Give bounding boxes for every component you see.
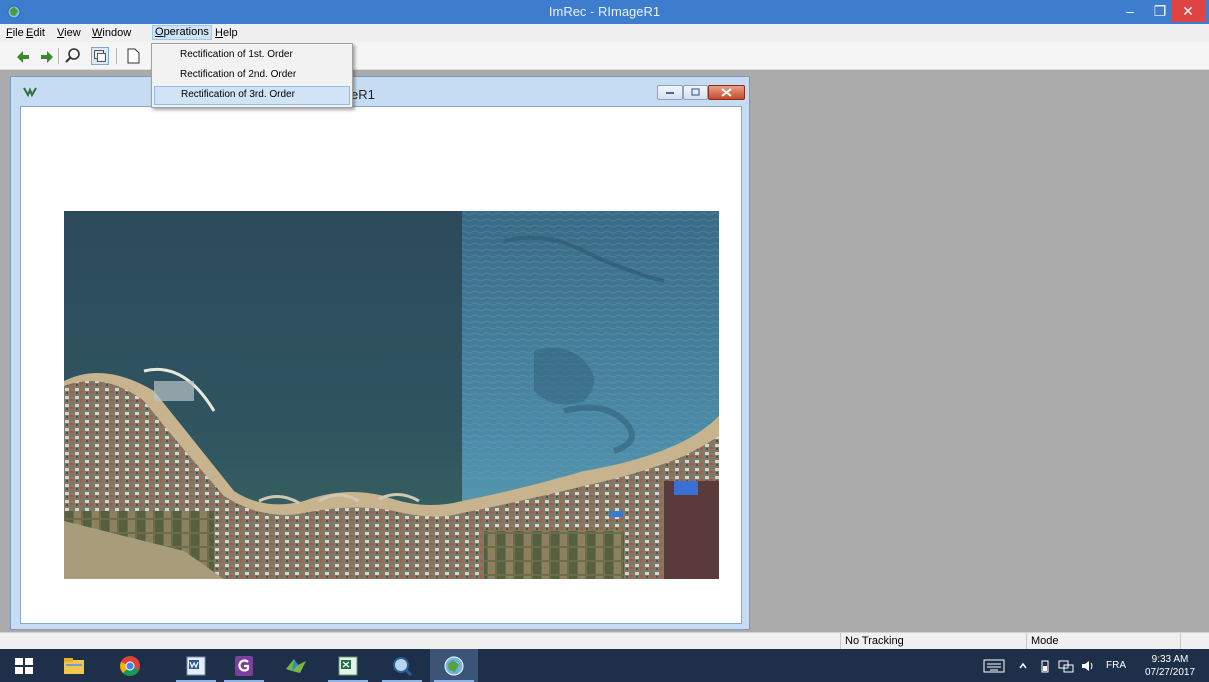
file-explorer-icon: [64, 658, 84, 674]
close-button[interactable]: ✕: [1171, 0, 1205, 22]
window-tile-icon[interactable]: [91, 47, 109, 65]
menu-bar: File Edit View Window Operations Help: [0, 24, 1209, 42]
menu-view-label: iew: [64, 27, 81, 39]
start-button[interactable]: [0, 649, 48, 682]
taskbar-gis[interactable]: [272, 649, 320, 682]
menu-window-label: indow: [102, 27, 132, 39]
taskbar: FRA 9:33 AM 07/27/2017: [0, 649, 1209, 682]
minimize-icon: [666, 92, 674, 94]
menu-window-mnemonic: W: [92, 27, 103, 39]
image-child-window[interactable]: eR1: [10, 76, 750, 630]
excel-icon: [338, 656, 358, 676]
battery-icon[interactable]: [1040, 659, 1050, 673]
keyboard-icon[interactable]: [983, 659, 1005, 673]
minimize-button[interactable]: –: [1115, 0, 1145, 22]
menu-item-rectification-1st-order[interactable]: Rectification of 1st. Order: [154, 46, 350, 65]
pdf-creator-icon: [235, 656, 253, 676]
menu-item-rectification-2nd-order[interactable]: Rectification of 2nd. Order: [154, 66, 350, 85]
clock-time: 9:33 AM: [1151, 654, 1189, 665]
restore-icon: [691, 88, 700, 96]
child-close-button[interactable]: [708, 85, 745, 100]
status-mode: Mode: [1026, 633, 1180, 649]
chevron-up-icon[interactable]: [1018, 661, 1028, 671]
taskbar-pdf[interactable]: [220, 649, 268, 682]
menu-file-label: ile: [12, 27, 24, 39]
menu-operations-label: perations: [163, 26, 209, 38]
search-app-icon: [393, 657, 413, 677]
menu-help[interactable]: Help: [213, 26, 240, 41]
operations-dropdown-menu: Rectification of 1st. Order Rectificatio…: [151, 43, 353, 108]
search-zoom-icon[interactable]: [64, 47, 82, 65]
satellite-image[interactable]: [64, 211, 719, 579]
taskbar-word[interactable]: [172, 649, 220, 682]
clock[interactable]: 9:33 AM 07/27/2017: [1138, 653, 1202, 679]
title-bar: ImRec - RImageR1 – ❐ ✕: [0, 0, 1209, 24]
volume-icon[interactable]: [1080, 659, 1096, 673]
toolbar-separator: [116, 48, 117, 64]
new-document-icon[interactable]: [124, 47, 142, 65]
child-title-bar[interactable]: eR1: [11, 77, 749, 105]
toolbar-separator: [58, 48, 59, 64]
close-icon: [721, 88, 732, 97]
imrec-icon: [444, 656, 464, 676]
clock-date: 07/27/2017: [1144, 667, 1196, 678]
child-window-icon: [23, 87, 37, 98]
menu-help-mnemonic: H: [215, 27, 223, 39]
menu-file[interactable]: File: [4, 26, 26, 41]
image-canvas[interactable]: [20, 106, 742, 624]
status-extra-cell: [1180, 633, 1209, 649]
window-title: ImRec - RImageR1: [548, 4, 661, 19]
menu-edit[interactable]: Edit: [24, 26, 47, 41]
word-icon: [186, 656, 206, 676]
menu-file-mnemonic: F: [6, 27, 13, 39]
menu-operations[interactable]: Operations: [152, 25, 212, 40]
back-arrow-icon[interactable]: [14, 47, 32, 65]
menu-window[interactable]: Window: [90, 26, 133, 41]
status-tracking: No Tracking: [840, 633, 1026, 649]
windows-start-icon: [15, 658, 33, 674]
taskbar-excel[interactable]: [324, 649, 372, 682]
gis-icon: [286, 659, 306, 673]
chrome-icon: [120, 656, 140, 676]
taskbar-chrome[interactable]: [106, 649, 154, 682]
taskbar-explorer[interactable]: [50, 649, 98, 682]
language-indicator[interactable]: FRA: [1106, 649, 1126, 682]
status-bar: No Tracking Mode: [0, 632, 1209, 649]
menu-view[interactable]: View: [55, 26, 83, 41]
taskbar-imrec[interactable]: [430, 649, 478, 682]
menu-help-label: elp: [222, 27, 238, 39]
menu-item-rectification-3rd-order[interactable]: Rectification of 3rd. Order: [154, 86, 350, 105]
menu-operations-mnemonic: O: [155, 26, 164, 38]
child-minimize-button[interactable]: [657, 85, 683, 100]
taskbar-search-app[interactable]: [378, 649, 426, 682]
menu-edit-label: dit: [33, 27, 45, 39]
network-icon[interactable]: [1058, 659, 1074, 673]
child-maximize-button[interactable]: [683, 85, 708, 100]
child-window-title: eR1: [351, 87, 375, 102]
forward-arrow-icon[interactable]: [38, 47, 56, 65]
